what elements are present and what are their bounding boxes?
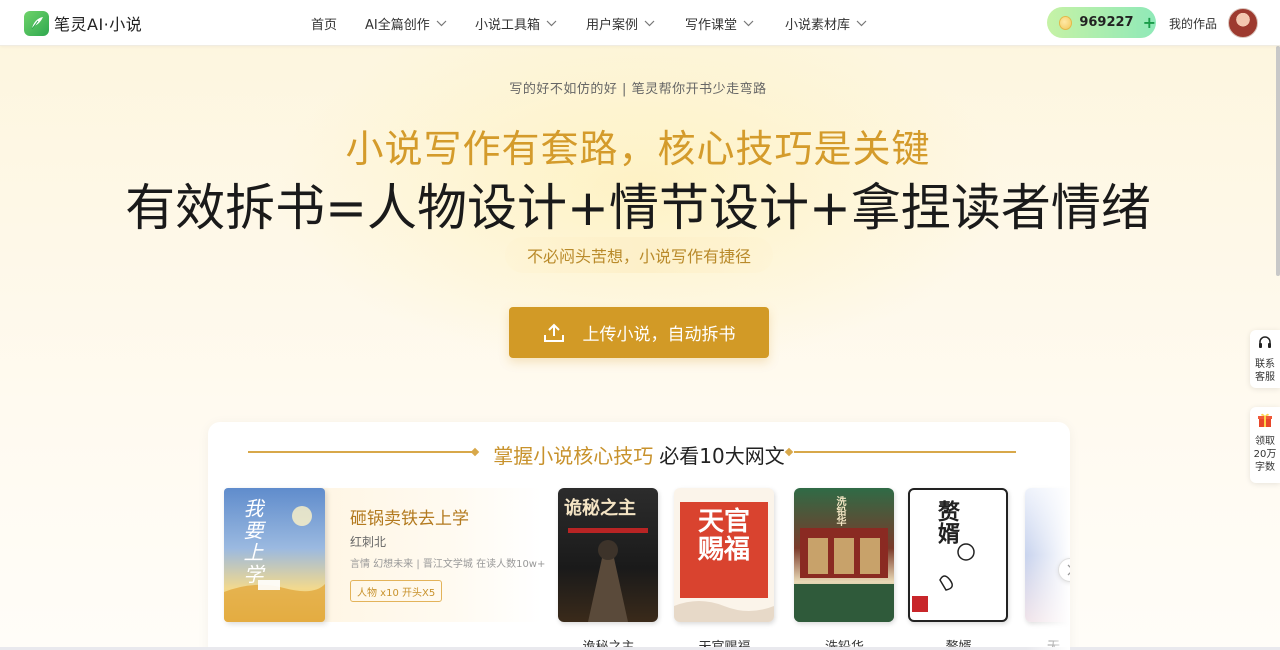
chevron-right-icon (1067, 564, 1070, 576)
upload-novel-label: 上传小说，自动拆书 (582, 325, 736, 345)
section-title-rest: 必看10大网文 (659, 444, 785, 468)
customer-service-widget[interactable]: 联系客服 (1250, 330, 1280, 388)
nav-user-cases-label: 用户案例 (586, 17, 639, 33)
claim-gift-widget[interactable]: 领取20万字数 (1250, 407, 1280, 483)
customer-service-label: 联系客服 (1255, 359, 1275, 383)
hero-title-line1: 小说写作有套路，核心技巧是关键 (345, 127, 931, 171)
book-cover-text: 诡秘之主 (564, 498, 636, 519)
chevron-down-icon (546, 16, 557, 31)
feather-logo-icon (24, 10, 49, 36)
top-novels-card: 掌握小说核心技巧 必看10大网文 我要上学 砸锅卖铁去上学 红刺北 言情 幻想未来… (208, 422, 1070, 650)
book-item[interactable]: 洗铅华 洗铅华 (794, 488, 895, 650)
my-works-link[interactable]: 我的作品 (1169, 15, 1217, 32)
featured-book-name: 砸锅卖铁去上学 (350, 509, 469, 529)
headset-icon (1257, 335, 1273, 355)
chevron-down-icon (856, 16, 867, 31)
avatar[interactable] (1228, 8, 1258, 38)
book-item[interactable]: 天官赐福 天官赐福 (674, 488, 775, 650)
nav-novel-toolbox[interactable]: 小说工具箱 (475, 14, 557, 33)
nav-user-cases[interactable]: 用户案例 (586, 14, 655, 33)
book-cover-text: 天官赐福 (697, 507, 750, 565)
book-cover: 洗铅华 (794, 488, 894, 622)
book-item[interactable]: 诡秘之主 诡秘之主 (558, 488, 659, 650)
book-cover-text: 赘婿 (934, 500, 959, 544)
nav-writing-class-label: 写作课堂 (685, 17, 738, 33)
book-cover: 赘婿 (908, 488, 1008, 622)
hero-tagline: 写的好不如仿的好 | 笔灵帮你开书少走弯路 (509, 82, 767, 97)
book-cover: 天官赐福 (674, 488, 774, 622)
points-balance[interactable]: 969227 + (1047, 7, 1156, 38)
hero-title-line2: 有效拆书=人物设计+情节设计+拿捏读者情绪 (125, 179, 1151, 237)
chevron-down-icon (644, 16, 655, 31)
gift-icon (1257, 412, 1273, 432)
book-cover-text: 洗铅华 (834, 496, 845, 526)
nav-writing-class[interactable]: 写作课堂 (685, 14, 754, 33)
featured-book[interactable]: 我要上学 砸锅卖铁去上学 红刺北 言情 幻想未来 | 晋江文学城 在读人数10w… (224, 488, 546, 622)
add-points-button[interactable]: + (1143, 14, 1156, 31)
nav-home[interactable]: 首页 (311, 14, 338, 33)
nav-ai-full-creation[interactable]: AI全篇创作 (365, 14, 447, 33)
featured-book-badge: 人物 x10 开头X5 (350, 580, 443, 602)
coin-icon (1059, 15, 1073, 30)
points-value: 969227 (1079, 15, 1134, 30)
top-header: 笔灵AI·小说 首页 AI全篇创作 小说工具箱 用户案例 写作课堂 小说素材库 … (0, 0, 1280, 46)
nav-novel-toolbox-label: 小说工具箱 (475, 17, 541, 33)
upload-icon (543, 323, 565, 343)
nav-material-library[interactable]: 小说素材库 (785, 14, 867, 33)
featured-book-author: 红刺北 (350, 535, 387, 549)
nav-material-library-label: 小说素材库 (785, 17, 851, 33)
claim-gift-label: 领取20万字数 (1253, 436, 1277, 473)
book-cover: 诡秘之主 (558, 488, 658, 622)
upload-novel-button[interactable]: 上传小说，自动拆书 (509, 307, 769, 358)
section-title-highlight: 掌握小说核心技巧 (493, 444, 654, 468)
nav-ai-full-creation-label: AI全篇创作 (365, 17, 430, 33)
chevron-down-icon (436, 16, 447, 31)
chevron-down-icon (743, 16, 754, 31)
featured-book-cover: 我要上学 (224, 488, 325, 622)
logo[interactable]: 笔灵AI·小说 (24, 10, 142, 36)
hero-subtitle-pill: 不必闷头苦想，小说写作有捷径 (505, 237, 773, 273)
logo-text: 笔灵AI·小说 (54, 15, 143, 34)
page-scrollbar[interactable] (1276, 46, 1280, 276)
featured-book-meta: 言情 幻想未来 | 晋江文学城 在读人数10w+ (350, 559, 546, 570)
cover-art-decoration (224, 506, 325, 622)
book-item[interactable]: 赘婿 赘婿 (908, 488, 1009, 650)
section-title: 掌握小说核心技巧 必看10大网文 (208, 440, 1070, 469)
nav-home-label: 首页 (311, 17, 338, 33)
